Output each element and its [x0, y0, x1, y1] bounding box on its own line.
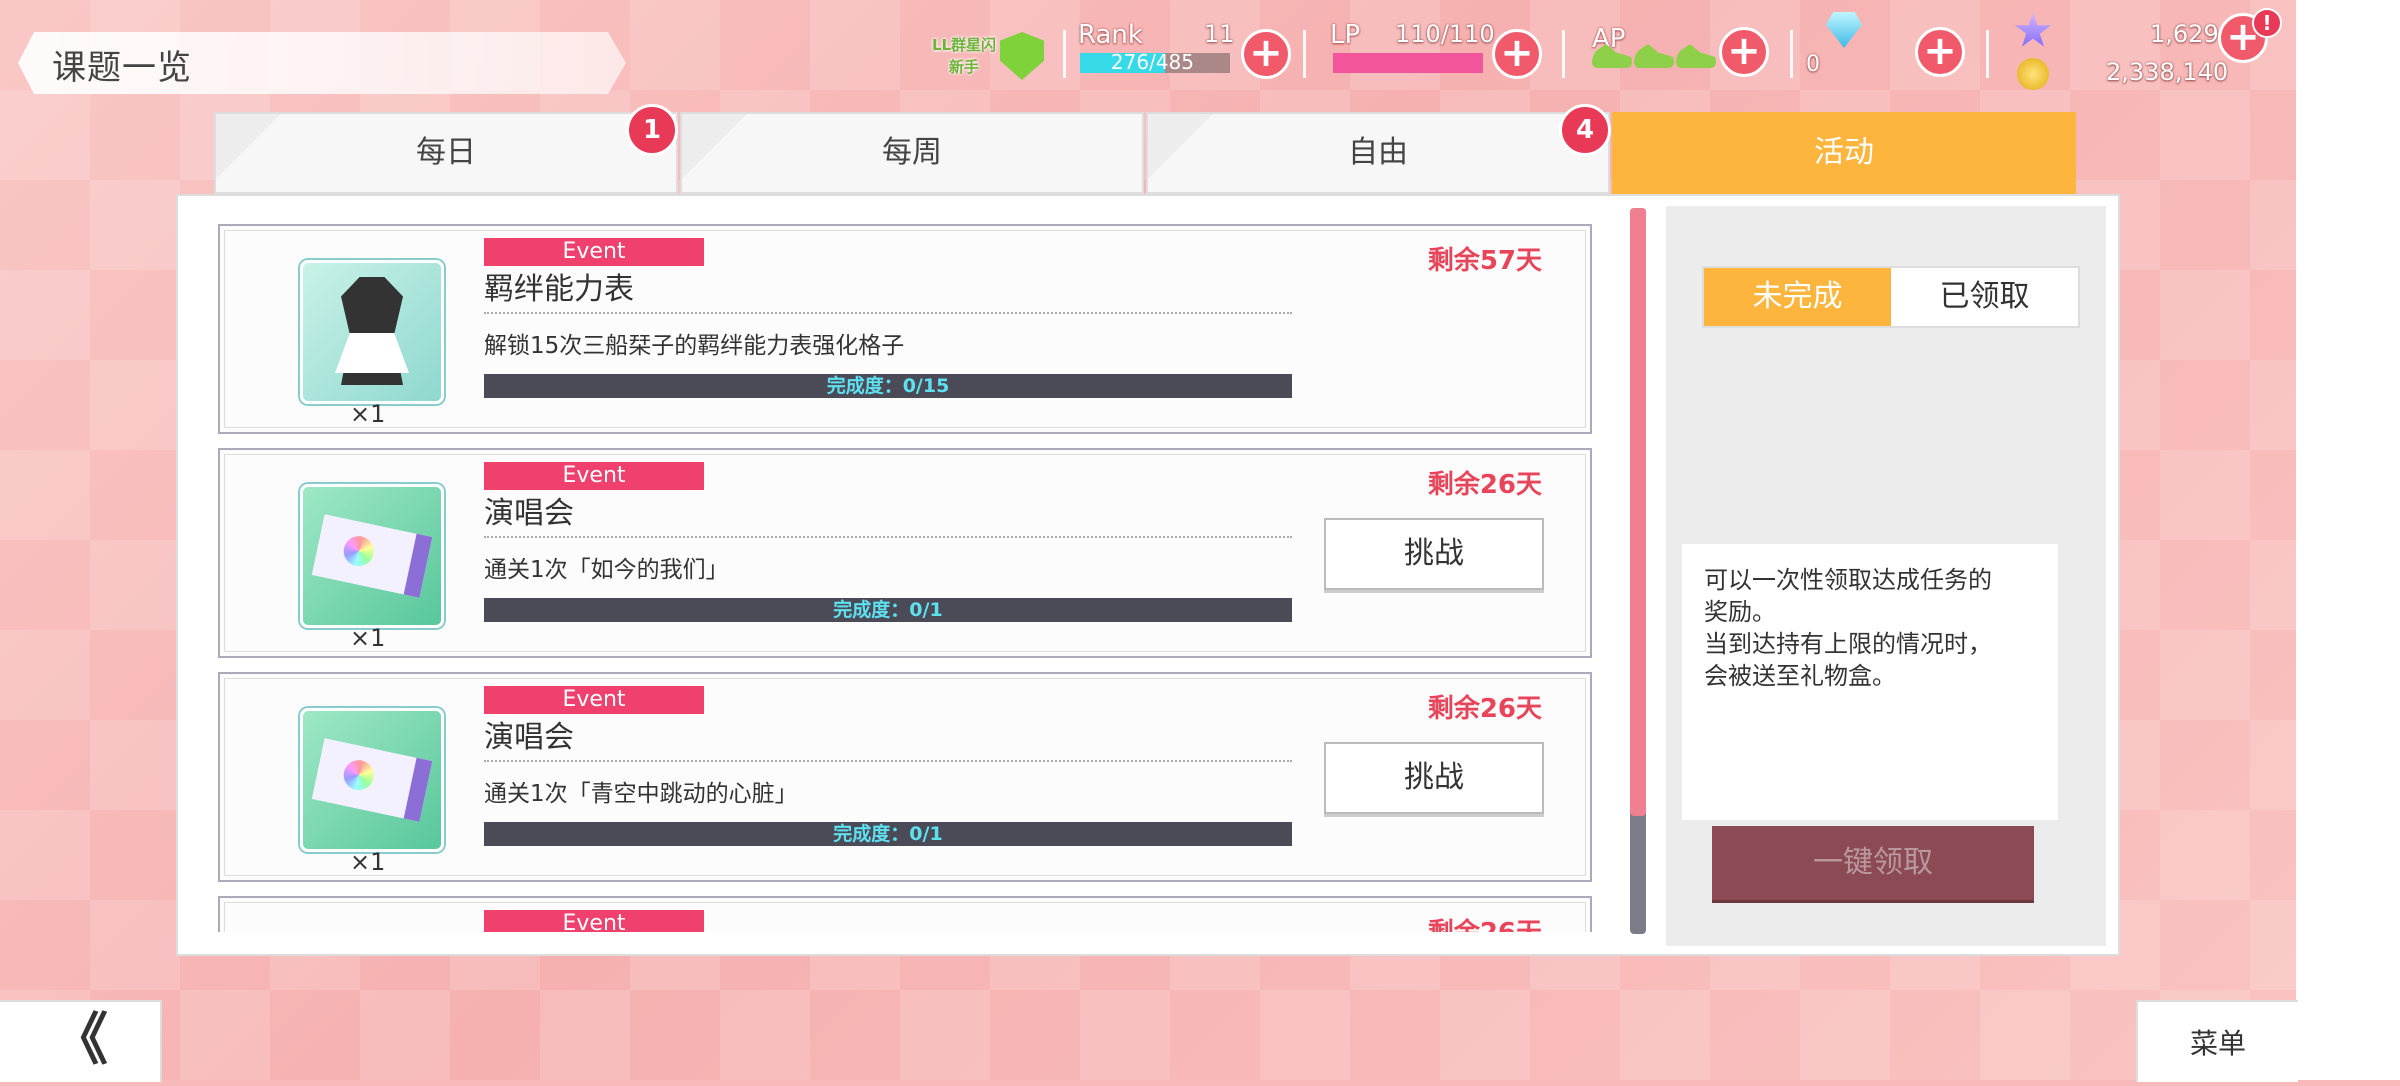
mission-list[interactable]: ×1 Event 剩余57天 羁绊能力表 解锁15次三船栞子的羁绊能力表强化格子…	[218, 224, 1610, 932]
mission-title: 羁绊能力表	[484, 264, 1292, 314]
progress-bar: 完成度：0/1	[484, 598, 1292, 622]
ap-plus-button[interactable]: +	[1719, 27, 1769, 77]
progress-text: 完成度：0/15	[826, 375, 950, 397]
tab-free-badge: 4	[1559, 104, 1611, 156]
scrollbar[interactable]	[1630, 208, 1646, 934]
remaining-days: 剩余26天	[1428, 912, 1542, 932]
tab-decoration	[1148, 114, 1608, 192]
costume-icon[interactable]	[300, 260, 444, 404]
ticket-body	[311, 514, 433, 598]
divider	[1562, 30, 1565, 78]
tab-label: 活动	[1814, 135, 1874, 170]
card-frame	[224, 902, 1586, 932]
back-button[interactable]: 《	[0, 1000, 162, 1082]
mission-title: 演唱会	[484, 488, 1292, 538]
side-panel: 未完成 已领取 可以一次性领取达成任务的 奖励。 当到达持有上限的情况时， 会被…	[1666, 206, 2106, 946]
mission-description: 通关1次「青空中跳动的心脏」	[484, 781, 798, 807]
tab-daily[interactable]: 每日	[214, 112, 678, 194]
costume-skirt	[335, 333, 409, 373]
divider	[1790, 30, 1793, 78]
event-tag: Event	[484, 462, 704, 490]
info-text: 可以一次性领取达成任务的 奖励。 当到达持有上限的情况时， 会被送至礼物盒。	[1682, 544, 2058, 820]
info-line: 奖励。	[1704, 598, 1776, 626]
filter-claimed[interactable]: 已领取	[1891, 268, 2078, 326]
scroll-thumb[interactable]	[1630, 208, 1646, 816]
tab-event[interactable]: 活动	[1612, 112, 2076, 194]
mission-card: Event 剩余26天	[218, 896, 1592, 932]
remaining-days: 剩余26天	[1427, 470, 1542, 500]
ticket-body	[311, 738, 433, 822]
rank-exp-text: 276/485	[1110, 50, 1194, 74]
lp-bar	[1333, 53, 1483, 73]
challenge-button[interactable]: 挑战	[1324, 742, 1544, 814]
progress-text: 完成度：0/1	[833, 823, 943, 845]
page-title: 课题一览	[52, 48, 192, 88]
ticket-emblem	[340, 757, 377, 793]
ticket-icon[interactable]	[300, 708, 444, 852]
menu-button[interactable]: 菜单	[2136, 1000, 2298, 1082]
divider	[1303, 30, 1306, 78]
mission-description: 通关1次「如今的我们」	[484, 557, 729, 583]
gold-count: 2,338,140	[2106, 58, 2229, 86]
divider	[1063, 30, 1066, 78]
edge-strip	[2296, 0, 2400, 1080]
progress-text: 完成度：0/1	[833, 599, 943, 621]
claim-all-button[interactable]: 一键领取	[1712, 826, 2034, 900]
badge-line2: 新手	[948, 58, 979, 76]
reward-quantity: ×1	[350, 848, 386, 876]
remaining-days: 剩余26天	[1427, 694, 1542, 724]
info-line: 会被送至礼物盒。	[1704, 662, 1896, 690]
back-arrow-icon: 《	[52, 1008, 108, 1073]
filter-incomplete[interactable]: 未完成	[1704, 268, 1891, 326]
info-line: 当到达持有上限的情况时，	[1704, 630, 1992, 658]
divider	[1986, 30, 1989, 78]
rank-exp-bar: 276/485	[1080, 50, 1230, 74]
tab-weekly[interactable]: 每周	[680, 112, 1144, 194]
mission-card: ×1 Event 剩余57天 羁绊能力表 解锁15次三船栞子的羁绊能力表强化格子…	[218, 224, 1592, 434]
tab-free[interactable]: 自由	[1146, 112, 1610, 194]
badge-line1: LL群星闪	[931, 36, 997, 54]
reward-quantity: ×1	[350, 400, 386, 428]
rank-plus-button[interactable]: +	[1241, 29, 1291, 79]
gem-plus-button[interactable]: +	[1915, 27, 1965, 77]
notification-badge: !	[2252, 8, 2282, 38]
gem-count: 0	[1806, 52, 1820, 77]
progress-bar: 完成度：0/15	[484, 374, 1292, 398]
ticket-emblem	[340, 533, 377, 569]
info-line: 可以一次性领取达成任务的	[1704, 566, 1992, 594]
lp-label: LP	[1330, 20, 1361, 50]
event-tag: Event	[484, 238, 704, 266]
tab-daily-badge: 1	[626, 104, 678, 156]
filter-toggle: 未完成 已领取	[1702, 266, 2080, 328]
star-gem-count: 1,629	[2150, 20, 2219, 48]
progress-bar: 完成度：0/1	[484, 822, 1292, 846]
gold-coin-icon	[2017, 58, 2049, 90]
rank-value: 11	[1204, 20, 1235, 48]
lp-value: 110/110	[1395, 20, 1495, 48]
reward-quantity: ×1	[350, 624, 386, 652]
event-tag: Event	[484, 686, 704, 714]
event-tag: Event	[484, 910, 704, 932]
mission-description: 解锁15次三船栞子的羁绊能力表强化格子	[484, 333, 905, 359]
rank-label: Rank	[1078, 20, 1143, 50]
mission-title: 演唱会	[484, 712, 1292, 762]
challenge-button[interactable]: 挑战	[1324, 518, 1544, 590]
lp-plus-button[interactable]: +	[1492, 29, 1542, 79]
tab-decoration	[682, 114, 1142, 192]
mission-card: ×1 Event 剩余26天 演唱会 通关1次「如今的我们」 完成度：0/1 挑…	[218, 448, 1592, 658]
player-title-badge[interactable]: LL群星闪 新手	[918, 34, 1010, 78]
ticket-icon[interactable]	[300, 484, 444, 628]
mission-card: ×1 Event 剩余26天 演唱会 通关1次「青空中跳动的心脏」 完成度：0/…	[218, 672, 1592, 882]
mission-panel: ×1 Event 剩余57天 羁绊能力表 解锁15次三船栞子的羁绊能力表强化格子…	[176, 194, 2120, 956]
remaining-days: 剩余57天	[1427, 246, 1542, 276]
tab-decoration	[216, 114, 676, 192]
